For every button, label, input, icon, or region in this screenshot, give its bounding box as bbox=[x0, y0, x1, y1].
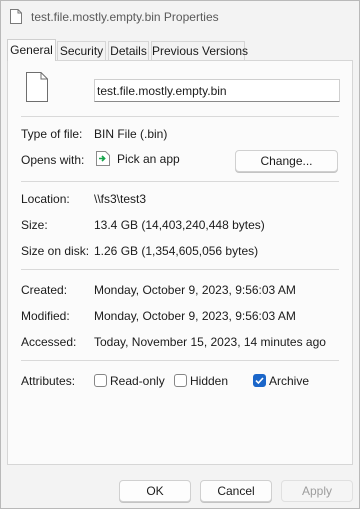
tab-bar: General Security Details Previous Versio… bbox=[7, 39, 353, 61]
type-of-file-label: Type of file: bbox=[21, 127, 83, 141]
separator bbox=[21, 116, 339, 117]
separator bbox=[21, 181, 339, 182]
checkmark-icon bbox=[255, 377, 264, 385]
read-only-label[interactable]: Read-only bbox=[110, 374, 165, 388]
separator bbox=[21, 269, 339, 270]
tab-previous-versions[interactable]: Previous Versions bbox=[151, 41, 248, 60]
general-panel: Type of file: BIN File (.bin) Opens with… bbox=[7, 60, 353, 465]
file-type-icon bbox=[26, 72, 48, 102]
location-label: Location: bbox=[21, 192, 70, 206]
tab-general[interactable]: General bbox=[7, 39, 56, 61]
cancel-button[interactable]: Cancel bbox=[200, 480, 272, 502]
archive-label[interactable]: Archive bbox=[269, 374, 309, 388]
tab-details[interactable]: Details bbox=[108, 41, 149, 60]
window-title: test.file.mostly.empty.bin Properties bbox=[31, 10, 219, 24]
tab-security[interactable]: Security bbox=[57, 41, 106, 60]
created-value: Monday, October 9, 2023, 9:56:03 AM bbox=[94, 283, 296, 297]
created-label: Created: bbox=[21, 283, 68, 297]
modified-label: Modified: bbox=[21, 309, 70, 323]
opens-with-label: Opens with: bbox=[21, 153, 85, 167]
separator bbox=[21, 360, 339, 361]
archive-checkbox[interactable] bbox=[253, 374, 266, 387]
accessed-value: Today, November 15, 2023, 14 minutes ago bbox=[94, 335, 326, 349]
file-name-input[interactable] bbox=[94, 79, 340, 102]
ok-button[interactable]: OK bbox=[119, 480, 191, 502]
pick-app-icon bbox=[96, 151, 110, 166]
location-value: \\fs3\test3 bbox=[94, 192, 147, 206]
dialog-footer: OK Cancel Apply bbox=[1, 472, 359, 508]
size-on-disk-label: Size on disk: bbox=[21, 244, 90, 258]
apply-button[interactable]: Apply bbox=[281, 480, 353, 502]
attributes-label: Attributes: bbox=[21, 374, 76, 388]
opens-with-value: Pick an app bbox=[117, 152, 180, 166]
hidden-label[interactable]: Hidden bbox=[190, 374, 228, 388]
hidden-checkbox[interactable] bbox=[174, 374, 187, 387]
file-icon bbox=[10, 9, 22, 24]
size-label: Size: bbox=[21, 218, 48, 232]
modified-value: Monday, October 9, 2023, 9:56:03 AM bbox=[94, 309, 296, 323]
type-of-file-value: BIN File (.bin) bbox=[94, 127, 168, 141]
change-button[interactable]: Change... bbox=[235, 150, 338, 172]
size-value: 13.4 GB (14,403,240,448 bytes) bbox=[94, 218, 265, 232]
title-bar[interactable]: test.file.mostly.empty.bin Properties bbox=[1, 1, 359, 33]
read-only-checkbox[interactable] bbox=[94, 374, 107, 387]
size-on-disk-value: 1.26 GB (1,354,605,056 bytes) bbox=[94, 244, 259, 258]
accessed-label: Accessed: bbox=[21, 335, 77, 349]
properties-window: test.file.mostly.empty.bin Properties Ge… bbox=[0, 0, 360, 509]
